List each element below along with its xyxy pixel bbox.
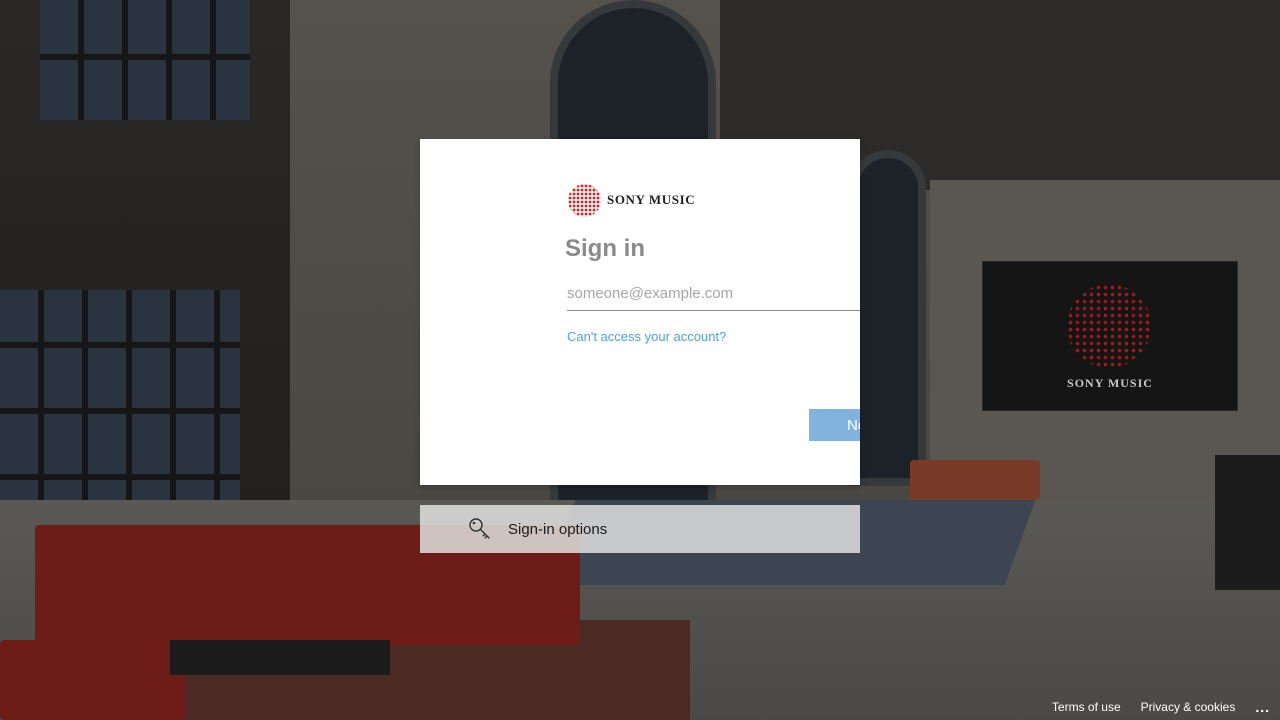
page-title: Sign in bbox=[565, 235, 645, 262]
background-desk bbox=[1215, 455, 1280, 590]
background-wall-screen: SONY MUSIC bbox=[982, 261, 1238, 411]
screen-brand-text: SONY MUSIC bbox=[1067, 376, 1153, 390]
brand-name: SONY MUSIC bbox=[607, 192, 696, 207]
signin-options-label: Sign-in options bbox=[508, 520, 608, 538]
background-sofa bbox=[0, 640, 185, 720]
brand-logo-mark-icon bbox=[568, 183, 601, 217]
background-table bbox=[170, 640, 390, 675]
terms-of-use-link[interactable]: Terms of use bbox=[1052, 700, 1121, 714]
key-icon bbox=[469, 518, 490, 539]
privacy-cookies-link[interactable]: Privacy & cookies bbox=[1141, 700, 1236, 714]
footer: Terms of use Privacy & cookies ... bbox=[1052, 694, 1280, 720]
signin-options-button[interactable]: Sign-in options bbox=[420, 505, 860, 553]
background-sofa bbox=[910, 460, 1040, 500]
brand-logo: SONY MUSIC bbox=[568, 183, 712, 217]
signin-card: SONY MUSIC Sign in Can't access your acc… bbox=[420, 139, 860, 485]
next-button[interactable]: Next bbox=[809, 409, 860, 441]
email-field[interactable] bbox=[567, 279, 860, 311]
background-arch-window bbox=[850, 150, 926, 486]
cant-access-account-link[interactable]: Can't access your account? bbox=[567, 329, 726, 344]
screen-logo-dots bbox=[1067, 284, 1151, 368]
more-options-icon[interactable]: ... bbox=[1255, 699, 1270, 715]
background-window bbox=[40, 0, 250, 120]
